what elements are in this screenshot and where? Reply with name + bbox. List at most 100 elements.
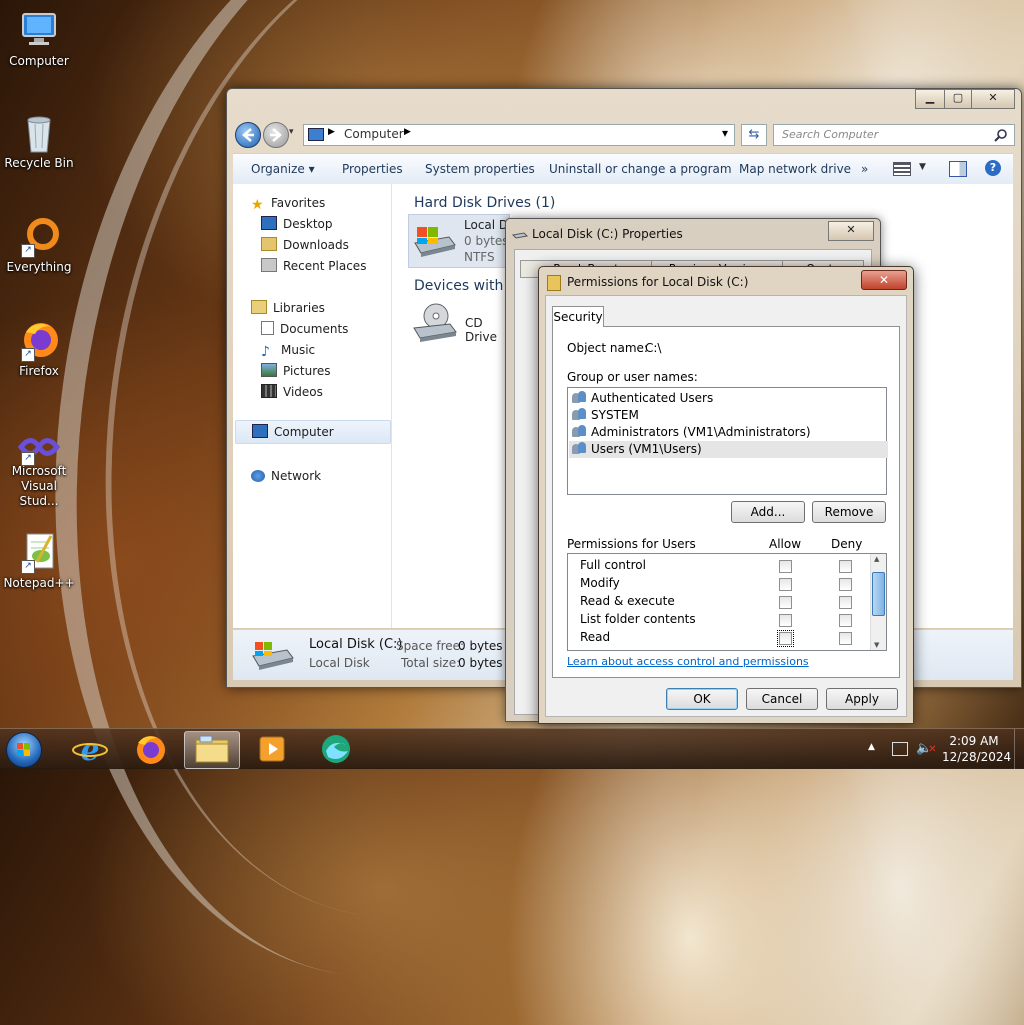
nav-network[interactable]: Network — [251, 467, 321, 485]
desktop-icon-firefox[interactable]: ↗ Firefox — [2, 318, 76, 378]
organize-menu[interactable]: Organize ▾ — [251, 162, 315, 176]
taskbar-edge[interactable] — [310, 731, 362, 767]
nav-videos[interactable]: Videos — [261, 383, 323, 401]
nav-computer-selected[interactable]: Computer — [235, 420, 391, 444]
nav-favorites[interactable]: ★ Favorites — [251, 194, 326, 213]
nav-libraries[interactable]: Libraries — [251, 299, 325, 317]
map-network-drive-button[interactable]: Map network drive — [739, 162, 851, 176]
desktop-icon-recycle-bin[interactable]: Recycle Bin — [2, 110, 76, 170]
computer-icon — [17, 8, 61, 52]
tab-security[interactable]: Security — [552, 306, 604, 327]
permissions-scrollbar[interactable]: ▲ ▼ — [870, 554, 886, 650]
scrollbar-thumb[interactable] — [872, 572, 885, 616]
user-row-administrators[interactable]: Administrators (VM1\Administrators) — [572, 424, 811, 441]
breadcrumb-chevron-icon[interactable]: ▶ — [404, 127, 411, 137]
learn-access-control-link[interactable]: Learn about access control and permissio… — [567, 655, 809, 668]
list-folder-contents-allow-checkbox[interactable] — [779, 614, 792, 627]
system-properties-button[interactable]: System properties — [425, 162, 535, 176]
user-row-authenticated-users[interactable]: Authenticated Users — [572, 390, 713, 407]
desktop-icon-visual-studio[interactable]: ↗ Microsoft Visual Stud... — [2, 432, 76, 509]
hard-drive-details-icon — [252, 642, 294, 670]
refresh-icon: ⇆ — [748, 127, 760, 142]
help-icon[interactable]: ? — [985, 160, 1001, 176]
show-desktop-button[interactable] — [1014, 729, 1024, 769]
volume-muted-icon[interactable]: 🔈✕ — [916, 741, 937, 756]
desktop-icon-computer[interactable]: Computer — [2, 8, 76, 68]
forward-button[interactable] — [263, 122, 289, 148]
network-icon — [251, 470, 265, 482]
recent-pages-dropdown-icon[interactable]: ▾ — [289, 127, 294, 137]
nav-label: Favorites — [271, 196, 326, 210]
read-deny-checkbox[interactable] — [839, 632, 852, 645]
nav-documents[interactable]: Documents — [261, 320, 348, 338]
user-name: Authenticated Users — [591, 391, 714, 405]
nav-downloads[interactable]: Downloads — [261, 236, 349, 254]
nav-desktop[interactable]: Desktop — [261, 215, 333, 233]
drive-tile-c[interactable]: Local D 0 bytes NTFS — [408, 214, 510, 268]
taskbar-media-player[interactable] — [246, 731, 298, 767]
hdd-group-header[interactable]: Hard Disk Drives (1) — [414, 195, 555, 211]
properties-button[interactable]: Properties — [342, 162, 403, 176]
details-name: Local Disk (C:) — [309, 637, 403, 652]
allow-column-header: Allow — [769, 537, 802, 551]
search-input[interactable]: Search Computer — [773, 124, 1015, 146]
list-folder-contents-deny-checkbox[interactable] — [839, 614, 852, 627]
preview-pane-icon[interactable] — [949, 161, 967, 177]
user-list[interactable]: Authenticated Users SYSTEM Administrator… — [567, 387, 888, 495]
user-row-users-selected[interactable]: Users (VM1\Users) — [569, 441, 888, 458]
modify-deny-checkbox[interactable] — [839, 578, 852, 591]
clock-time[interactable]: 2:09 AM — [948, 734, 1000, 748]
perm-row-full-control: Full control — [580, 556, 646, 574]
taskbar-firefox[interactable] — [124, 731, 176, 767]
maximize-button[interactable]: ▢ — [944, 89, 972, 109]
pictures-icon — [261, 363, 277, 377]
permissions-close-button[interactable]: ✕ — [861, 270, 907, 290]
remove-button[interactable]: Remove — [812, 501, 886, 523]
read-execute-deny-checkbox[interactable] — [839, 596, 852, 609]
read-allow-checkbox-focused[interactable] — [777, 630, 794, 647]
everything-icon: ↗ — [17, 214, 61, 258]
nav-music[interactable]: ♪ Music — [261, 341, 315, 360]
apply-button[interactable]: Apply — [826, 688, 898, 710]
desktop-icon-everything[interactable]: ↗ Everything — [2, 214, 76, 274]
full-control-deny-checkbox[interactable] — [839, 560, 852, 573]
devices-group-header[interactable]: Devices with r — [414, 278, 514, 294]
total-size-value: 0 bytes — [458, 656, 503, 670]
svg-text:e: e — [80, 733, 99, 767]
close-button[interactable]: ✕ — [971, 89, 1015, 109]
cd-drive-tile[interactable]: CD Drive — [410, 300, 510, 350]
modify-allow-checkbox[interactable] — [779, 578, 792, 591]
properties-close-button[interactable]: ✕ — [828, 221, 874, 241]
ok-button[interactable]: OK — [666, 688, 738, 710]
taskbar-internet-explorer[interactable]: e — [64, 731, 116, 768]
refresh-button[interactable]: ⇆ — [741, 124, 767, 146]
minimize-button[interactable]: ▁ — [915, 89, 945, 109]
address-bar[interactable]: ▶ Computer ▶ ▾ — [303, 124, 735, 146]
uninstall-program-button[interactable]: Uninstall or change a program — [549, 162, 732, 176]
start-button[interactable] — [6, 732, 42, 768]
scroll-up-arrow-icon[interactable]: ▲ — [874, 555, 879, 563]
desktop-icon-notepad-plus-plus[interactable]: ↗ Notepad++ — [2, 530, 76, 590]
nav-computer: Computer — [252, 423, 334, 441]
show-hidden-icons-button[interactable]: ▲ — [868, 742, 875, 752]
nav-recent-places[interactable]: Recent Places — [261, 257, 366, 275]
full-control-allow-checkbox[interactable] — [779, 560, 792, 573]
nav-pictures[interactable]: Pictures — [261, 362, 331, 380]
breadcrumb-computer[interactable]: Computer — [344, 127, 404, 141]
view-dropdown-icon[interactable]: ▼ — [919, 162, 926, 172]
clock-date[interactable]: 12/28/2024 — [942, 750, 1011, 764]
action-center-icon[interactable] — [892, 742, 908, 756]
scroll-down-arrow-icon[interactable]: ▼ — [874, 641, 879, 649]
users-group-icon — [572, 425, 588, 438]
read-execute-allow-checkbox[interactable] — [779, 596, 792, 609]
add-button[interactable]: Add... — [731, 501, 805, 523]
cancel-button[interactable]: Cancel — [746, 688, 818, 710]
back-button[interactable] — [235, 122, 261, 148]
change-view-icon[interactable] — [893, 162, 911, 176]
user-row-system[interactable]: SYSTEM — [572, 407, 639, 424]
address-dropdown-icon[interactable]: ▾ — [722, 126, 728, 140]
nav-label: Documents — [280, 322, 349, 336]
taskbar-file-explorer-active[interactable] — [184, 731, 240, 769]
more-commands-button[interactable]: » — [861, 162, 868, 176]
downloads-folder-icon — [261, 237, 277, 251]
